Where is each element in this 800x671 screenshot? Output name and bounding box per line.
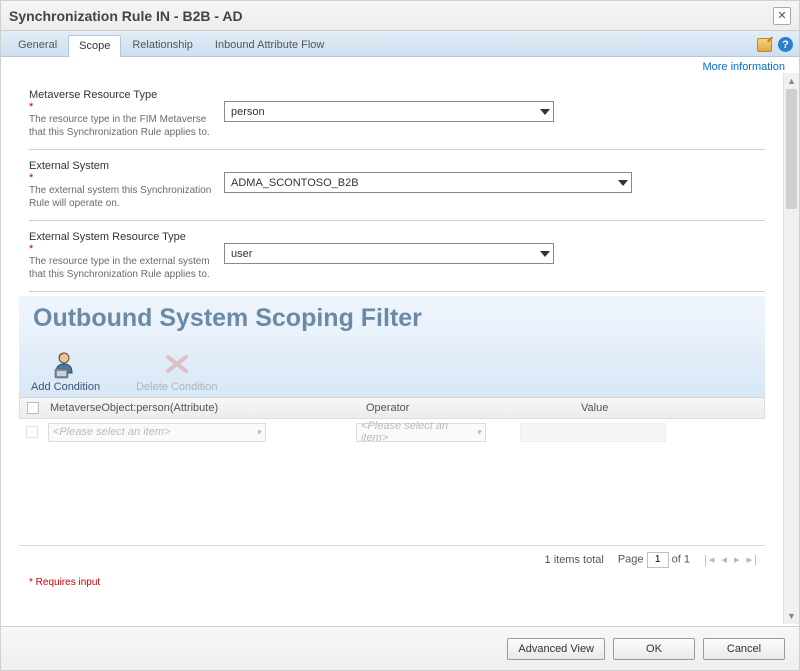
operator-select[interactable]: <Please select an item> ▾ — [356, 423, 486, 442]
title-bar: Synchronization Rule IN - B2B - AD ✕ — [1, 1, 799, 31]
field-description: The resource type in the FIM Metaverse t… — [29, 113, 214, 139]
field-external-system: External System * The external system th… — [29, 150, 765, 221]
column-operator: Operator — [366, 402, 581, 414]
required-marker: * — [29, 101, 214, 111]
select-value: person — [231, 106, 265, 118]
pager-nav-buttons[interactable]: |◂ ◂ ▸ ▸| — [704, 553, 759, 566]
chevron-down-icon — [537, 244, 553, 263]
select-value: user — [231, 248, 252, 260]
requires-input-note: * Requires input — [1, 577, 783, 588]
field-metaverse-resource-type: Metaverse Resource Type * The resource t… — [29, 73, 765, 150]
scoping-filter-title: Outbound System Scoping Filter — [33, 304, 753, 333]
page-of-label: of 1 — [672, 553, 690, 565]
column-value: Value — [581, 402, 764, 414]
field-description: The external system this Synchronization… — [29, 184, 214, 210]
scrollbar-thumb[interactable] — [786, 89, 797, 209]
more-info-row: More information — [1, 57, 799, 73]
delete-icon — [162, 349, 192, 379]
field-label: External System Resource Type — [29, 231, 214, 243]
tab-inbound-attribute-flow[interactable]: Inbound Attribute Flow — [204, 34, 335, 56]
add-user-icon — [51, 349, 81, 379]
tab-bar: General Scope Relationship Inbound Attri… — [1, 31, 799, 57]
value-input[interactable] — [520, 423, 666, 442]
scoping-table-header: MetaverseObject:person(Attribute) Operat… — [19, 397, 765, 419]
cancel-button[interactable]: Cancel — [703, 638, 785, 660]
scoping-filter-panel: Outbound System Scoping Filter Add Condi… — [19, 296, 765, 573]
ok-button[interactable]: OK — [613, 638, 695, 660]
content-area: Metaverse Resource Type * The resource t… — [1, 73, 783, 624]
scroll-down-icon[interactable]: ▼ — [784, 608, 799, 624]
scoping-toolbar: Add Condition Delete Condition — [19, 343, 765, 397]
action-label: Add Condition — [31, 381, 100, 393]
more-information-link[interactable]: More information — [702, 61, 785, 73]
row-checkbox[interactable] — [26, 426, 38, 438]
field-external-system-resource-type: External System Resource Type * The reso… — [29, 221, 765, 292]
chevron-down-icon — [615, 173, 631, 192]
select-placeholder: <Please select an item> — [361, 420, 476, 444]
dialog-footer: Advanced View OK Cancel — [1, 626, 799, 670]
help-icon[interactable]: ? — [778, 37, 793, 52]
scoping-table-row: <Please select an item> ▾ <Please select… — [19, 419, 765, 445]
scroll-up-icon[interactable]: ▲ — [784, 73, 799, 89]
close-button[interactable]: ✕ — [773, 7, 791, 25]
items-total-label: 1 items total — [545, 554, 604, 566]
select-all-checkbox[interactable] — [27, 402, 39, 414]
delete-condition-button: Delete Condition — [132, 347, 221, 395]
vertical-scrollbar[interactable]: ▲ ▼ — [783, 73, 799, 624]
select-value: ADMA_SCONTOSO_B2B — [231, 177, 359, 189]
column-attribute: MetaverseObject:person(Attribute) — [46, 402, 366, 414]
tab-scope[interactable]: Scope — [68, 35, 121, 57]
required-marker: * — [29, 172, 214, 182]
window-title: Synchronization Rule IN - B2B - AD — [9, 8, 773, 24]
chevron-down-icon: ▾ — [476, 427, 481, 438]
chevron-down-icon — [537, 102, 553, 121]
metaverse-type-select[interactable]: person — [224, 101, 554, 122]
external-type-select[interactable]: user — [224, 243, 554, 264]
select-placeholder: <Please select an item> — [53, 426, 170, 438]
field-description: The resource type in the external system… — [29, 255, 214, 281]
clipboard-icon[interactable] — [757, 38, 772, 52]
pagination-bar: 1 items total Page of 1 |◂ ◂ ▸ ▸| — [19, 545, 765, 573]
chevron-down-icon: ▾ — [256, 427, 261, 438]
action-label: Delete Condition — [136, 381, 217, 393]
field-label: Metaverse Resource Type — [29, 89, 214, 101]
page-label: Page — [618, 553, 644, 565]
attribute-select[interactable]: <Please select an item> ▾ — [48, 423, 266, 442]
required-marker: * — [29, 243, 214, 253]
field-label: External System — [29, 160, 214, 172]
external-system-select[interactable]: ADMA_SCONTOSO_B2B — [224, 172, 632, 193]
tab-relationship[interactable]: Relationship — [121, 34, 204, 56]
advanced-view-button[interactable]: Advanced View — [507, 638, 605, 660]
page-number-input[interactable] — [647, 552, 669, 568]
add-condition-button[interactable]: Add Condition — [27, 347, 104, 395]
tab-general[interactable]: General — [7, 34, 68, 56]
